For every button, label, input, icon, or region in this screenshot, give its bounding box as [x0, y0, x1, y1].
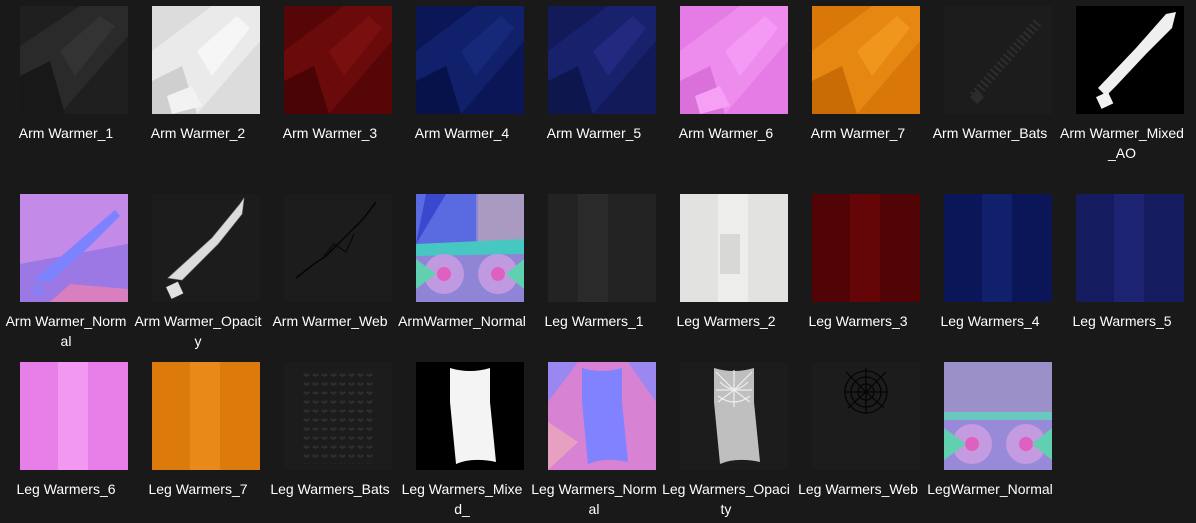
- file-name: LegWarmer_Normal: [927, 481, 1053, 497]
- leg-warmers-texture-pink-icon: [20, 362, 128, 470]
- file-name: Leg Warmers_5: [1072, 313, 1172, 329]
- file-name: Arm Warmer_Mixed_AO: [1060, 125, 1184, 161]
- file-name: Arm Warmer_Bats: [932, 125, 1048, 141]
- file-name: Leg Warmers_2: [676, 313, 776, 329]
- arm-warmer-texture-navy-icon: [416, 6, 524, 114]
- file-name: Leg Warmers_Normal: [531, 481, 657, 517]
- leg-warmers-texture-red-icon: [812, 194, 920, 302]
- file-name: Arm Warmer_5: [546, 125, 642, 141]
- file-name: Leg Warmers_Bats: [270, 481, 390, 497]
- legwarmer-normal-map-icon: [944, 362, 1052, 470]
- file-name: Arm Warmer_4: [414, 125, 510, 141]
- file-name: Leg Warmers_Web: [798, 481, 918, 497]
- arm-warmer-texture-white-icon: [152, 6, 260, 114]
- arm-warmer-opacity-mask-icon: [152, 194, 260, 302]
- arm-warmer-texture-blue-icon: [548, 6, 656, 114]
- file-name: ArmWarmer_Normal: [398, 313, 526, 329]
- file-name: Arm Warmer_Web: [272, 313, 388, 329]
- leg-warmers-opacity-mask-icon: [680, 362, 788, 470]
- file-name: Leg Warmers_3: [808, 313, 908, 329]
- file-name: Leg Warmers_1: [544, 313, 644, 329]
- arm-warmer-ao-mask-icon: [1076, 6, 1184, 114]
- arm-warmer-web-mask-icon: [284, 194, 392, 302]
- arm-warmer-texture-red-icon: [284, 6, 392, 114]
- file-name: Arm Warmer_Opacity: [134, 313, 262, 349]
- file-name: Arm Warmer_6: [678, 125, 774, 141]
- leg-warmers-texture-dark-icon: [548, 194, 656, 302]
- leg-warmers-normal-map-icon: [548, 362, 656, 470]
- leg-warmers-bats-mask-icon: [284, 362, 392, 470]
- file-name: Arm Warmer_7: [810, 125, 906, 141]
- file-name: Arm Warmer_Normal: [5, 313, 127, 349]
- file-name: Leg Warmers_6: [16, 481, 116, 497]
- file-name: Leg Warmers_7: [148, 481, 248, 497]
- arm-warmer-texture-dark-icon: [20, 6, 128, 114]
- arm-warmer-normal-map-icon: [20, 194, 128, 302]
- armwarmer-normal-map-icon: [416, 194, 524, 302]
- arm-warmer-texture-pink-icon: [680, 6, 788, 114]
- file-name: Leg Warmers_4: [940, 313, 1040, 329]
- file-name: Arm Warmer_2: [150, 125, 246, 141]
- leg-warmers-web-mask-icon: [812, 362, 920, 470]
- leg-warmers-texture-blue-icon: [1076, 194, 1184, 302]
- file-name: Arm Warmer_1: [18, 125, 114, 141]
- leg-warmers-texture-white-icon: [680, 194, 788, 302]
- arm-warmer-texture-orange-icon: [812, 6, 920, 114]
- leg-warmers-ao-mask-icon: [416, 362, 524, 470]
- file-name: Arm Warmer_3: [282, 125, 378, 141]
- arm-warmer-bats-mask-icon: [944, 6, 1052, 114]
- leg-warmers-texture-navy-icon: [944, 194, 1052, 302]
- file-name: Leg Warmers_Mixed_: [401, 481, 523, 517]
- leg-warmers-texture-orange-icon: [152, 362, 260, 470]
- file-name: Leg Warmers_Opacity: [662, 481, 790, 517]
